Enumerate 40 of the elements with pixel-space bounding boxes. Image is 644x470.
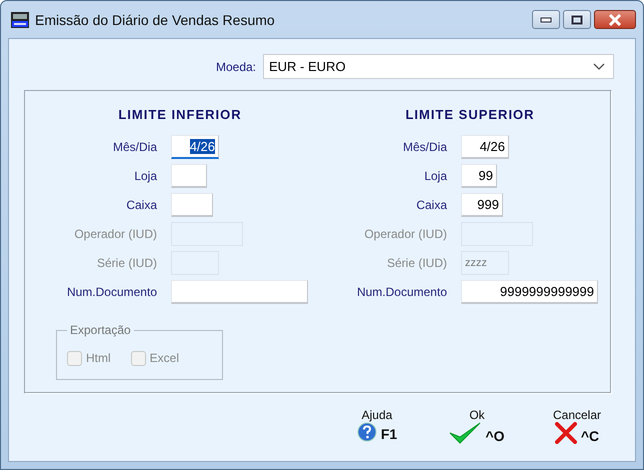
minimize-button[interactable] [532,10,560,29]
field-label: Série (IUD) [386,256,447,270]
app-logo-icon [11,12,29,28]
input-field[interactable]: 999 [461,193,503,217]
group-title: Exportação [69,323,132,337]
input-field[interactable]: 4/26 [171,135,219,159]
help-icon [356,422,377,442]
field-label: Mês/Dia [112,140,157,154]
cancel-button[interactable]: Cancelar ^C [527,408,627,444]
field-label: Caixa [125,198,157,212]
window-title: Emissão do Diário de Vendas Resumo [35,12,276,28]
field-label: Operador (IUD) [73,227,157,241]
currency-dropdown[interactable]: EUR - EURO [263,54,614,79]
close-icon [608,14,622,26]
input-field[interactable] [171,164,207,188]
field-label: Operador (IUD) [363,227,447,241]
cross-icon [554,422,577,444]
help-button[interactable]: Ajuda F1 [327,408,427,444]
field-label: Loja [133,169,157,183]
field-label: Caixa [415,198,447,212]
field-label: Num.Documento [356,285,447,299]
currency-label: Moeda: [216,60,256,74]
field-label: Mês/Dia [402,140,447,154]
close-button[interactable] [594,10,636,29]
input-field[interactable] [171,280,308,304]
maximize-button[interactable] [563,10,591,29]
field-label: Num.Documento [66,285,157,299]
section-heading: LIMITE SUPERIOR [404,107,536,122]
input-field[interactable]: 99 [461,164,497,188]
field-label: Série (IUD) [96,256,157,270]
minimize-icon [540,16,552,22]
ok-button[interactable]: Ok ^O [427,408,527,444]
checkmark-icon [449,422,482,444]
input-field[interactable]: 9999999999999 [461,280,598,304]
input-field[interactable] [171,193,213,217]
maximize-icon [571,14,583,24]
input-field[interactable]: 4/26 [461,135,509,159]
chevron-down-icon [593,62,605,70]
section-heading: LIMITE INFERIOR [117,107,243,122]
field-label: Loja [423,169,447,183]
